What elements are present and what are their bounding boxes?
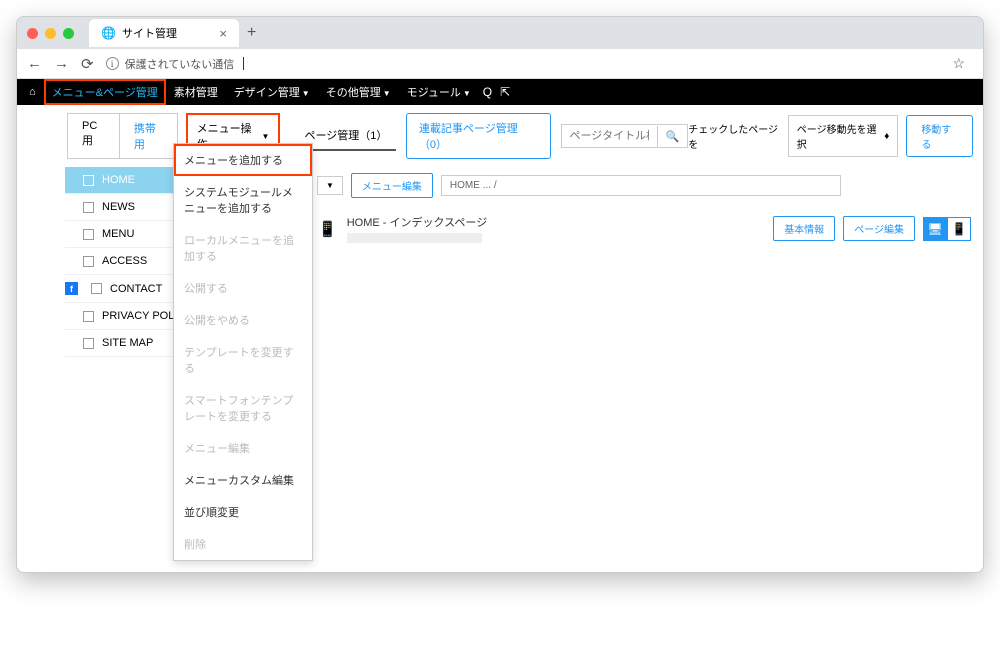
page-title: HOME - インデックスページ [347, 214, 763, 230]
browser-window: 🌐 サイト管理 × + ← → ⟳ i 保護されていない通信 ☆ ⌂ メニュー&… [16, 16, 984, 573]
view-mode-buttons: 🖥 📱 [923, 217, 971, 241]
checkbox[interactable] [83, 229, 94, 240]
bookmark-icon[interactable]: ☆ [952, 55, 965, 72]
search-box: 🔍 [561, 124, 689, 148]
pc-tab[interactable]: PC用 [68, 114, 119, 158]
menu-change-sp-template: スマートフォンテンプレートを変更する [174, 384, 312, 432]
nav-design[interactable]: デザイン管理▼ [226, 79, 318, 105]
close-window-icon[interactable] [27, 28, 38, 39]
menu-unpublish: 公開をやめる [174, 304, 312, 336]
page-edit-button[interactable]: ページ編集 [843, 216, 915, 241]
entry-actions: 基本情報 ページ編集 🖥 📱 [773, 216, 971, 241]
address-bar: ← → ⟳ i 保護されていない通信 ☆ [17, 49, 983, 79]
nav-module[interactable]: モジュール▼ [399, 79, 479, 105]
address-text: 保護されていない通信 [125, 56, 235, 72]
menu-delete: 削除 [174, 528, 312, 560]
sidebar-item-label: MENU [102, 228, 134, 240]
content-toolbar: ▼ メニュー編集 HOME ... / [277, 167, 983, 204]
breadcrumb: HOME ... / [441, 175, 841, 196]
sidebar-item-label: SITE MAP [102, 337, 153, 349]
sidebar-item-label: HOME [102, 174, 135, 186]
sidebar-item-label: NEWS [102, 201, 135, 213]
browser-tab[interactable]: 🌐 サイト管理 × [89, 19, 239, 47]
search-input[interactable] [562, 125, 657, 147]
maximize-window-icon[interactable] [63, 28, 74, 39]
globe-icon: 🌐 [101, 26, 116, 40]
placeholder-bar [347, 233, 482, 243]
checkbox[interactable] [83, 338, 94, 349]
window-controls [27, 28, 74, 39]
desktop-view-button[interactable]: 🖥 [923, 217, 947, 241]
search-button[interactable]: 🔍 [657, 126, 688, 147]
sidebar-item-label: ACCESS [102, 255, 147, 267]
minimize-window-icon[interactable] [45, 28, 56, 39]
back-button[interactable]: ← [27, 55, 42, 72]
external-link-icon[interactable]: ⇱ [500, 85, 510, 99]
checkbox[interactable] [83, 311, 94, 322]
page-entry: 🖥 📱 HOME - インデックスページ 基本情報 ページ編集 🖥 📱 [277, 204, 983, 253]
checkbox[interactable] [83, 202, 94, 213]
menu-add-local: ローカルメニューを追加する [174, 224, 312, 272]
mobile-icon: 📱 [318, 220, 337, 238]
menu-operations-menu: メニューを追加する システムモジュールメニューを追加する ローカルメニューを追加… [173, 143, 313, 561]
move-button[interactable]: 移動する [906, 115, 973, 157]
content-dropdown[interactable]: ▼ [317, 176, 343, 195]
nav-other[interactable]: その他管理▼ [318, 79, 399, 105]
new-tab-button[interactable]: + [247, 24, 256, 42]
cursor [243, 57, 244, 70]
home-icon[interactable]: ⌂ [21, 86, 44, 98]
browser-tab-bar: 🌐 サイト管理 × + [17, 17, 983, 49]
checkbox[interactable] [83, 175, 94, 186]
menu-add-system-module[interactable]: システムモジュールメニューを追加する [174, 176, 312, 224]
menu-edit-button[interactable]: メニュー編集 [351, 173, 433, 198]
search-icon[interactable]: Q [483, 85, 492, 99]
tab-title: サイト管理 [122, 25, 177, 41]
nav-right-icons: Q ⇱ [483, 85, 510, 99]
content-area: ▼ メニュー編集 HOME ... / 🖥 📱 HOME - インデックスページ [277, 167, 983, 331]
nav-material[interactable]: 素材管理 [166, 79, 226, 105]
close-tab-icon[interactable]: × [219, 26, 227, 41]
app-nav: ⌂ メニュー&ページ管理 素材管理 デザイン管理▼ その他管理▼ モジュール▼ … [17, 79, 983, 105]
basic-info-button[interactable]: 基本情報 [773, 216, 835, 241]
checked-label: チェックしたページを [688, 121, 780, 151]
checkbox[interactable] [83, 256, 94, 267]
reload-button[interactable]: ⟳ [81, 55, 94, 73]
serial-mgmt-tab[interactable]: 連載記事ページ管理（0） [406, 113, 551, 159]
menu-publish: 公開する [174, 272, 312, 304]
app-top: PC用 携帯用 メニュー操作▼ ページ管理（1） 連載記事ページ管理（0） 🔍 … [17, 105, 983, 357]
view-tabs: PC用 携帯用 [67, 113, 178, 159]
mobile-view-button[interactable]: 📱 [947, 217, 971, 241]
forward-button[interactable]: → [54, 55, 69, 72]
facebook-icon: f [65, 282, 78, 295]
toolbar: PC用 携帯用 メニュー操作▼ ページ管理（1） 連載記事ページ管理（0） 🔍 … [17, 105, 983, 167]
checkbox[interactable] [91, 283, 102, 294]
entry-text: HOME - インデックスページ [347, 214, 763, 243]
menu-custom-edit[interactable]: メニューカスタム編集 [174, 464, 312, 496]
address-field[interactable]: i 保護されていない通信 [106, 56, 941, 72]
menu-edit: メニュー編集 [174, 432, 312, 464]
info-icon[interactable]: i [106, 57, 119, 70]
menu-add-menu[interactable]: メニューを追加する [174, 144, 312, 176]
menu-change-template: テンプレートを変更する [174, 336, 312, 384]
menu-reorder[interactable]: 並び順変更 [174, 496, 312, 528]
toolbar-right: チェックしたページを ページ移動先を選択♦ 移動する [688, 115, 973, 157]
sidebar-item-label: CONTACT [110, 283, 162, 295]
app-body: HOME NEWS MENU ACCESS f [17, 167, 983, 331]
move-dest-select[interactable]: ページ移動先を選択♦ [788, 115, 899, 157]
mobile-tab[interactable]: 携帯用 [119, 114, 177, 158]
nav-menu-page[interactable]: メニュー&ページ管理 [44, 79, 166, 105]
